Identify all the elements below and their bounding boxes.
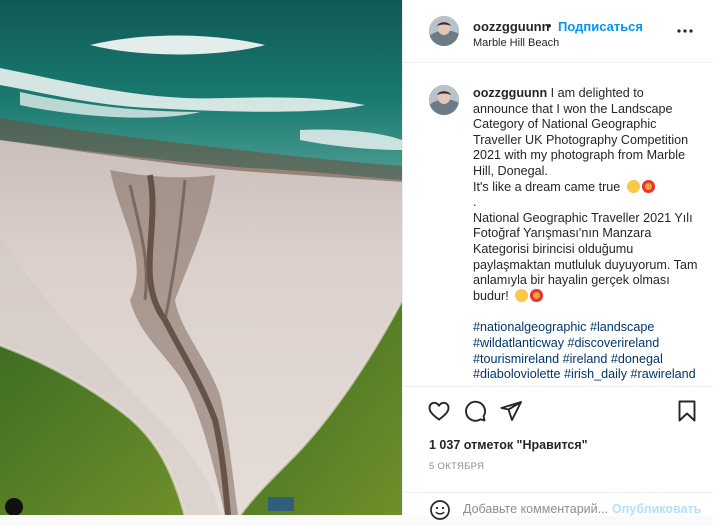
smiley-icon[interactable] [429,499,451,521]
avatar-image [429,16,459,46]
location-link[interactable]: Marble Hill Beach [473,37,559,49]
more-horizontal-icon[interactable] [676,22,694,40]
send-icon[interactable] [499,399,523,423]
like-count[interactable]: 1 037 отметок "Нравится" [429,438,588,452]
caption-body-en-2: It's like a dream came true [473,179,621,194]
hashtag-link[interactable]: #irish_daily [564,367,627,381]
post-photo[interactable] [0,0,402,515]
face-with-party-hat-emoji [515,288,529,302]
hashtag-link[interactable]: #ireland [563,352,608,366]
hashtag-list: #nationalgeographic #landscape #wildatla… [473,320,698,382]
caption-dot: . [473,195,477,210]
post-sidebar: oozzgguunn • Подписаться Marble Hill Bea… [402,0,713,520]
caption-body-tr: National Geographic Traveller 2021 Yılı … [473,210,698,303]
comment-icon[interactable] [463,399,487,423]
separator-dot: • [547,18,552,33]
smiling-face-with-heart-eyes-emoji [641,179,655,193]
post-header: oozzgguunn • Подписаться Marble Hill Bea… [403,0,713,63]
hashtag-link[interactable]: #rawireland [631,367,696,381]
caption-text: oozzgguunn I am delighted to announce th… [473,86,698,383]
post-date[interactable]: 5 ОКТЯБРЯ [429,461,484,472]
hashtag-link[interactable]: #landscape [590,320,654,334]
publish-button[interactable]: Опубликовать [612,502,701,516]
avatar-image [429,85,459,115]
caption-area: oozzgguunn I am delighted to announce th… [403,63,713,385]
follow-button[interactable]: Подписаться [558,19,643,34]
face-with-party-hat-emoji [626,179,640,193]
caption-username[interactable]: oozzgguunn [473,86,547,100]
beach-aerial-image [0,0,402,515]
hashtag-link[interactable]: #diaboloviolette [473,367,561,381]
comment-input[interactable] [463,502,608,516]
instagram-post: oozzgguunn • Подписаться Marble Hill Bea… [0,0,713,520]
caption-avatar[interactable] [429,85,459,115]
hashtag-link[interactable]: #discoverireland [568,336,660,350]
bookmark-icon[interactable] [675,399,699,423]
hashtag-link[interactable]: #tourismireland [473,352,559,366]
hashtag-link[interactable]: #donegal [611,352,663,366]
hashtag-link[interactable]: #wildatlanticway [473,336,564,350]
action-bar: 1 037 отметок "Нравится" 5 ОКТЯБРЯ [403,386,713,507]
smiling-face-with-heart-eyes-emoji [530,288,544,302]
username-link[interactable]: oozzgguunn [473,19,550,34]
avatar[interactable] [429,16,459,46]
comment-box: Опубликовать [403,492,713,520]
hashtag-link[interactable]: #nationalgeographic [473,320,586,334]
heart-icon[interactable] [427,399,451,423]
